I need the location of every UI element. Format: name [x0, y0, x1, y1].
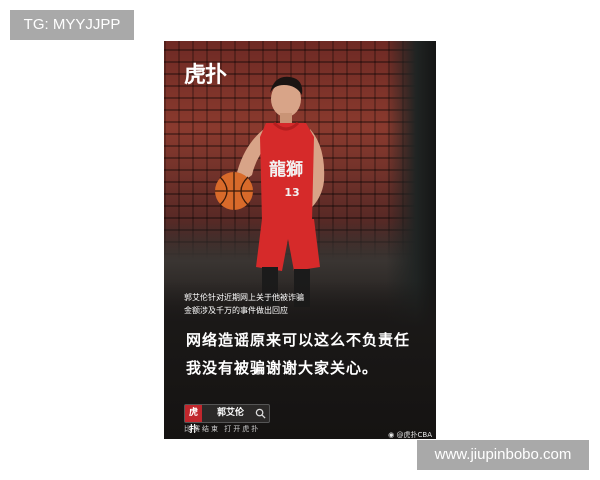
poster-image: 龍獅 13 虎扑 郭艾伦针对近期网上关于他被诈骗 金额涉及千万的事件做出回应 网… [164, 41, 436, 439]
caption-line: 金额涉及千万的事件做出回应 [184, 306, 288, 315]
basketball-player-illustration: 龍獅 13 [215, 76, 325, 307]
weibo-icon: ◉ [388, 431, 395, 439]
weibo-handle: @虎扑CBA [396, 431, 432, 439]
caption-line: 郭艾伦针对近期网上关于他被诈骗 [184, 293, 304, 302]
search-icon[interactable] [255, 408, 266, 419]
hupu-search-logo: 虎扑 [185, 405, 202, 435]
news-caption: 郭艾伦针对近期网上关于他被诈骗 金额涉及千万的事件做出回应 [184, 291, 334, 317]
jersey-text: 龍獅 [269, 159, 303, 180]
search-query: 郭艾伦 [217, 408, 245, 418]
jersey-number: 13 [284, 186, 299, 199]
watermark-tag-bottom: www.jiupinbobo.com [417, 440, 589, 470]
headline-line-2: 我没有被骗谢谢大家关心。 [186, 359, 379, 377]
search-sub-links: 比赛结束 打开虎扑 [184, 425, 261, 433]
search-bar[interactable]: 虎扑 郭艾伦 [184, 404, 270, 435]
headline-line-1: 网络造谣原来可以这么不负责任 [186, 331, 411, 349]
watermark-tag-top: TG: MYYJJPP [10, 10, 134, 40]
weibo-watermark: ◉ @虎扑CBA [388, 430, 432, 439]
hupu-logo: 虎扑 [184, 62, 227, 88]
